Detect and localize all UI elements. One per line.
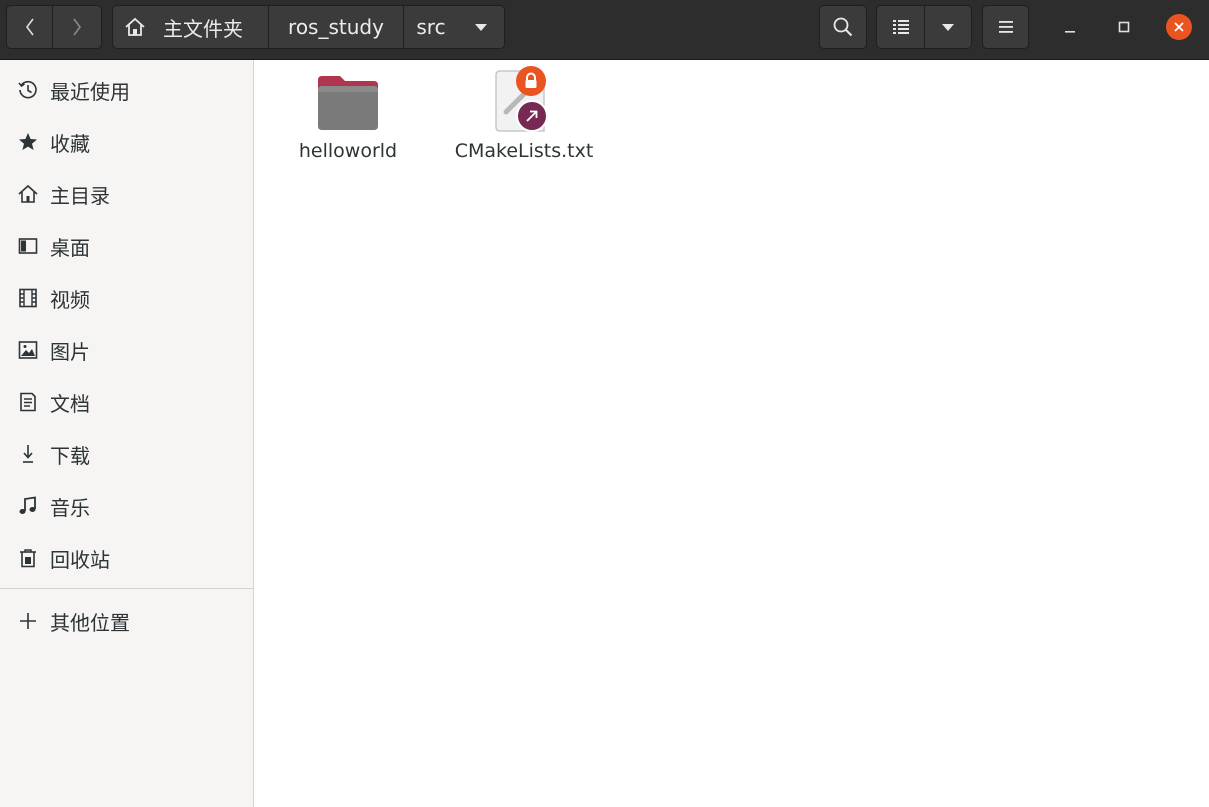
lock-icon	[516, 66, 546, 96]
sidebar-item-videos[interactable]: 视频	[0, 274, 253, 322]
triangle-down-icon	[942, 24, 954, 31]
file-item-helloworld[interactable]: helloworld	[273, 66, 423, 196]
places-sidebar: 最近使用 收藏 主目录 桌面 视频 图片 文档 下载 音乐 回收站 其他位置	[0, 60, 254, 807]
path-segment-label: src	[416, 15, 446, 39]
back-button[interactable]	[6, 5, 53, 49]
view-options-dropdown[interactable]	[924, 5, 972, 49]
sidebar-item-pictures[interactable]: 图片	[0, 326, 253, 374]
sidebar-item-desktop[interactable]: 桌面	[0, 222, 253, 270]
sidebar-item-label: 下载	[50, 443, 90, 468]
home-icon	[125, 17, 145, 36]
file-icon-wrapper	[490, 66, 558, 134]
trash-icon	[17, 547, 39, 569]
file-name: helloworld	[298, 140, 398, 162]
sidebar-item-starred[interactable]: 收藏	[0, 118, 253, 166]
path-segment-label: ros_study	[288, 15, 384, 39]
sidebar-item-trash[interactable]: 回收站	[0, 534, 253, 582]
search-icon	[833, 17, 853, 37]
path-segment-label: 主文件夹	[163, 16, 243, 41]
sidebar-separator	[0, 588, 253, 589]
music-icon	[17, 495, 39, 517]
chevron-left-icon	[25, 18, 34, 36]
view-mode-button[interactable]	[876, 5, 925, 49]
minimize-button[interactable]	[1053, 10, 1087, 44]
header-bar: 主文件夹 ros_study src	[0, 0, 1209, 60]
file-name: CMakeLists.txt	[454, 140, 594, 162]
path-dropdown-button[interactable]	[458, 5, 505, 49]
symlink-arrow-icon	[516, 100, 548, 132]
forward-button[interactable]	[53, 5, 102, 49]
close-button[interactable]	[1162, 10, 1196, 44]
clock-icon	[17, 79, 39, 101]
film-icon	[17, 287, 39, 309]
path-segment-src[interactable]: src	[403, 5, 459, 49]
sidebar-item-label: 视频	[50, 287, 90, 312]
sidebar-item-label: 主目录	[50, 183, 110, 208]
main-menu-button[interactable]	[982, 5, 1029, 49]
path-home-segment[interactable]: 主文件夹	[112, 5, 269, 49]
sidebar-item-documents[interactable]: 文档	[0, 378, 253, 426]
path-segment-ros-study[interactable]: ros_study	[268, 5, 404, 49]
picture-icon	[17, 339, 39, 361]
sidebar-item-label: 图片	[50, 339, 90, 364]
sidebar-item-music[interactable]: 音乐	[0, 482, 253, 530]
hamburger-icon	[998, 21, 1013, 33]
search-button[interactable]	[819, 5, 867, 49]
close-circle	[1166, 14, 1192, 40]
sidebar-item-label: 音乐	[50, 495, 90, 520]
maximize-button[interactable]	[1107, 10, 1141, 44]
sidebar-item-downloads[interactable]: 下载	[0, 430, 253, 478]
file-view: helloworld CMakeLists.txt	[254, 60, 1209, 807]
maximize-icon	[1118, 21, 1130, 33]
minimize-icon	[1065, 31, 1075, 33]
file-item-cmakelists[interactable]: CMakeLists.txt	[449, 66, 599, 196]
list-view-icon	[892, 20, 909, 34]
sidebar-item-label: 桌面	[50, 235, 90, 260]
sidebar-item-label: 文档	[50, 391, 90, 416]
sidebar-item-label: 收藏	[50, 131, 90, 156]
document-icon	[17, 391, 39, 413]
sidebar-item-label: 回收站	[50, 547, 110, 572]
sidebar-item-label: 其他位置	[50, 610, 130, 635]
sidebar-item-recent[interactable]: 最近使用	[0, 66, 253, 114]
star-icon	[17, 131, 39, 153]
sidebar-item-home[interactable]: 主目录	[0, 170, 253, 218]
close-icon	[1174, 22, 1184, 32]
folder-icon	[318, 76, 378, 130]
chevron-right-icon	[73, 18, 81, 36]
sidebar-item-other-locations[interactable]: 其他位置	[0, 597, 253, 645]
sidebar-item-label: 最近使用	[50, 79, 130, 104]
home-icon	[17, 183, 39, 205]
plus-icon	[17, 610, 39, 632]
desktop-icon	[17, 235, 39, 257]
download-icon	[17, 443, 39, 465]
triangle-down-icon	[475, 24, 487, 31]
